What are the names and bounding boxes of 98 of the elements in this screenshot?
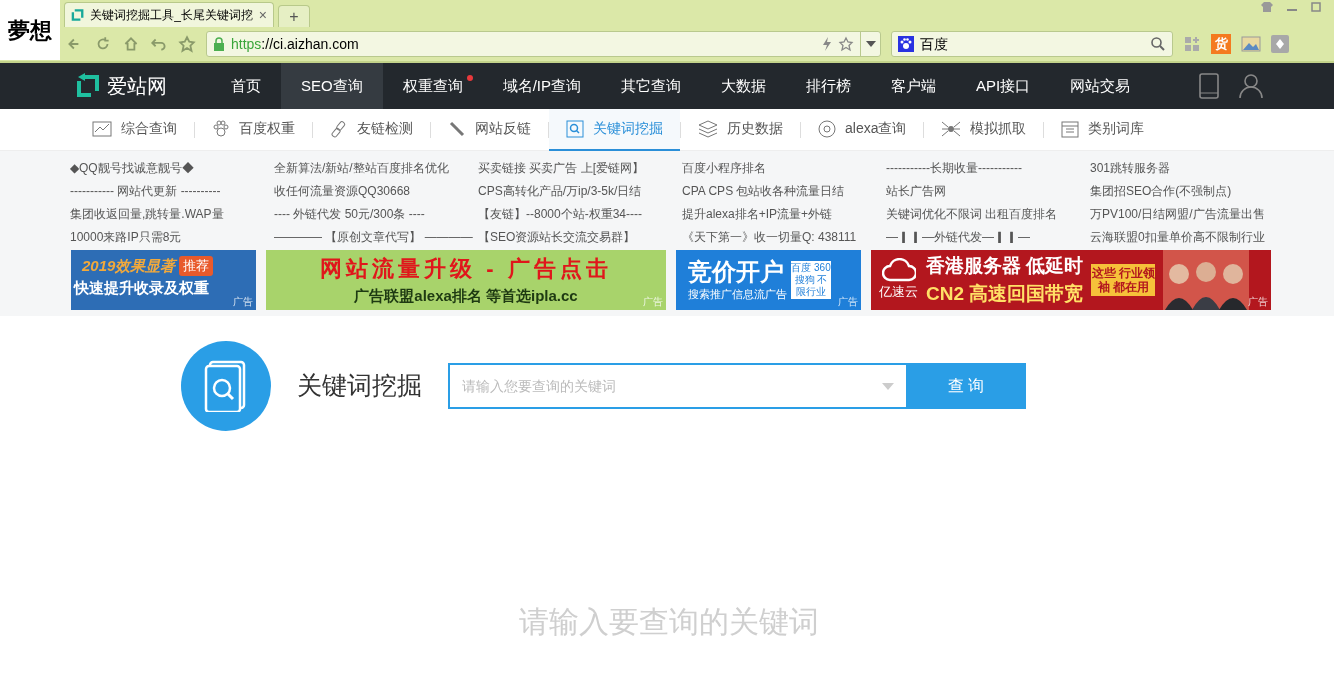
banner-text: 快速提升收录及权重 xyxy=(74,278,209,298)
bookmark-star-icon[interactable] xyxy=(178,35,196,53)
ad-link[interactable]: CPA CPS 包站收各种流量日结 xyxy=(682,183,845,198)
ad-link[interactable]: ---- 外链代发 50元/300条 ---- xyxy=(274,206,425,221)
paw-icon xyxy=(898,36,914,52)
browser-tab[interactable]: 关键词挖掘工具_长尾关键词挖 × xyxy=(64,2,274,27)
extension-icon[interactable] xyxy=(1271,35,1289,53)
banner-text: 网站流量升级 - 广告点击 xyxy=(320,255,612,284)
subnav-tab[interactable]: 网站反链 xyxy=(431,108,548,151)
app-icon xyxy=(71,8,85,22)
ad-link[interactable]: 百度小程序排名 xyxy=(682,160,766,175)
ad-link[interactable]: -----------长期收量----------- xyxy=(886,160,1022,175)
layers-icon xyxy=(698,119,718,138)
subnav-tab[interactable]: 历史数据 xyxy=(681,108,800,151)
ad-link[interactable]: 买卖链接 买卖广告 上[爱链网】 xyxy=(478,160,644,175)
ad-link[interactable]: 【SEO资源站长交流交易群】 xyxy=(478,229,636,244)
lightning-icon[interactable] xyxy=(822,37,832,51)
ad-banner[interactable]: 2019效果显著 推荐 快速提升收录及权重 广告 xyxy=(71,250,256,310)
subnav-tab[interactable]: alexa查询 xyxy=(801,108,924,151)
url-text: https://ci.aizhan.com xyxy=(231,34,360,54)
magnifier-icon xyxy=(566,119,584,138)
ad-link[interactable]: ———— 【原创文章代写】 ———— xyxy=(274,229,473,244)
star-icon[interactable] xyxy=(838,36,854,52)
page-title: 关键词挖掘 xyxy=(297,370,422,402)
caret-icon xyxy=(865,41,876,47)
ad-link[interactable]: CPS高转化产品/万ip/3-5k/日结 xyxy=(478,183,642,198)
search-engine-field[interactable]: 百度 xyxy=(891,31,1173,57)
logo-icon xyxy=(75,73,101,99)
nav-item[interactable]: 其它查询 xyxy=(601,63,702,109)
cloud-icon xyxy=(881,258,916,283)
close-icon[interactable]: × xyxy=(258,4,267,26)
ad-link[interactable]: 集团招SEO合作(不强制点) xyxy=(1090,183,1232,198)
nav-item[interactable]: 首页 xyxy=(211,63,281,109)
ad-tag: 广告 xyxy=(233,294,253,309)
ad-link[interactable]: 集团收返回量,跳转量.WAP量 xyxy=(70,206,224,221)
subnav-tab[interactable]: 友链检测 xyxy=(313,108,430,151)
ad-link[interactable]: 全新算法/新站/整站百度排名优化 xyxy=(274,160,449,175)
ad-tag: 广告 xyxy=(838,294,858,309)
profile-logo: 夢想 xyxy=(0,0,60,60)
search-engine-name: 百度 xyxy=(920,34,949,54)
subnav-tab[interactable]: 百度权重 xyxy=(195,108,312,151)
search-icon[interactable] xyxy=(1150,36,1166,52)
subnav-tab[interactable]: 综合查询 xyxy=(75,108,194,151)
ad-link[interactable]: 关键词优化不限词 出租百度排名 xyxy=(886,206,1058,221)
ad-link[interactable]: 10000来路IP只需8元 xyxy=(70,229,182,244)
calendar-icon xyxy=(1061,119,1080,138)
ad-link[interactable]: 【友链】--8000个站-权重34---- xyxy=(478,206,642,221)
nav-item[interactable]: 排行榜 xyxy=(786,63,872,109)
nav-item[interactable]: API接口 xyxy=(956,63,1051,109)
image-icon[interactable] xyxy=(1241,36,1261,52)
apps-icon[interactable] xyxy=(1183,35,1201,53)
nav-item[interactable]: 客户端 xyxy=(871,63,957,109)
ad-link[interactable]: 万PV100/日结网盟/广告流量出售 xyxy=(1090,206,1265,221)
chart-icon xyxy=(92,120,112,137)
banner-text: CN2 高速回国带宽 xyxy=(926,282,1084,306)
new-tab-button[interactable]: + xyxy=(278,5,310,27)
brand-name: 爱站网 xyxy=(107,74,167,99)
restore-icon[interactable] xyxy=(1310,1,1322,13)
banner-text: 香港服务器 低延时 xyxy=(926,253,1084,278)
ad-tag: 广告 xyxy=(1248,294,1268,309)
nav-item[interactable]: SEO查询 xyxy=(281,63,383,109)
banner-text: 搜索推广信息流广告 xyxy=(688,286,787,302)
ad-banner[interactable]: 网站流量升级 - 广告点击 广告联盟alexa排名 等首选ipla.cc 广告 xyxy=(266,250,666,310)
banner-badge: 百度 360 搜狗 不限行业 xyxy=(791,261,831,299)
user-icon[interactable] xyxy=(1238,73,1264,99)
banner-badge: 推荐 xyxy=(179,256,214,276)
banner-text: 2019效果显著 xyxy=(81,255,176,276)
banner-badge: 这些 行业领袖 都在用 xyxy=(1091,264,1156,296)
phone-icon[interactable] xyxy=(1198,73,1220,99)
ad-link[interactable]: 收任何流量资源QQ30668 xyxy=(274,183,411,198)
caret-icon[interactable] xyxy=(882,383,894,390)
address-bar[interactable]: https://ci.aizhan.com xyxy=(206,31,881,57)
ad-link[interactable]: 301跳转服务器 xyxy=(1090,160,1171,175)
ad-link[interactable]: ◆QQ靓号找诚意靓号◆ xyxy=(70,160,194,175)
banner-text: 竞价开户 xyxy=(688,257,785,286)
banner-text: 亿速云 xyxy=(879,283,918,302)
home-icon[interactable] xyxy=(122,35,140,53)
keyword-input[interactable]: 请输入您要查询的关键词 xyxy=(448,363,906,409)
ad-banner[interactable]: 亿速云 香港服务器 低延时 CN2 高速回国带宽 这些 行业领袖 都在用 广告 xyxy=(871,250,1271,310)
subnav-tab[interactable]: 类别词库 xyxy=(1044,108,1162,151)
ad-link[interactable]: 提升alexa排名+IP流量+外链 xyxy=(682,206,833,221)
ad-link[interactable]: —▎▎—外链代发—▎▎— xyxy=(886,229,1030,244)
shirt-icon[interactable] xyxy=(1260,1,1274,13)
tab-title: 关键词挖掘工具_长尾关键词挖 xyxy=(90,7,253,24)
ad-link[interactable]: 云海联盟0扣量单价高不限制行业 xyxy=(1090,229,1265,244)
ad-link[interactable]: 站长广告网 xyxy=(886,183,946,198)
spider-icon xyxy=(941,119,962,138)
subnav-tab[interactable]: 模拟抓取 xyxy=(924,108,1044,151)
nav-item[interactable]: 权重查询 xyxy=(382,63,483,109)
banner-text: 广告联盟alexa排名 等首选ipla.cc xyxy=(354,286,578,307)
nav-item[interactable]: 网站交易 xyxy=(1050,63,1151,109)
ad-tag: 广告 xyxy=(643,294,663,309)
paw-icon xyxy=(212,119,230,138)
nav-item[interactable]: 大数据 xyxy=(701,63,787,109)
ad-link[interactable]: 《天下第一》收一切量Q: 438111 xyxy=(682,229,857,244)
ad-link[interactable]: ----------- 网站代更新 ---------- xyxy=(70,183,221,198)
lock-icon xyxy=(213,37,225,51)
nav-item[interactable]: 域名/IP查询 xyxy=(482,63,602,109)
